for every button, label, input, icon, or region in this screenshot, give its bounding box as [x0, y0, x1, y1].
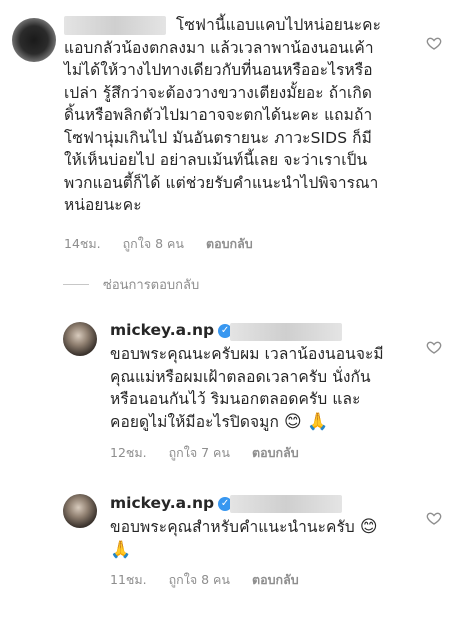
- comment-meta: 14ชม. ถูกใจ 8 คน ตอบกลับ: [64, 234, 271, 254]
- reply-text-content: ขอบพระคุณนะครับผม เวลาน้องนอนจะมี คุณแม่…: [110, 345, 384, 431]
- commenter-avatar[interactable]: [12, 18, 56, 62]
- reply-emoji: 😊: [359, 517, 378, 537]
- comment-text: โซฟานี้แอบแคบไปหน่อยนะคะ แอบกลัวน้องตกลง…: [64, 16, 382, 214]
- reply-likes[interactable]: ถูกใจ 8 คน: [169, 572, 230, 587]
- reply-avatar[interactable]: [63, 322, 97, 356]
- comment-time: 14ชม.: [64, 236, 101, 251]
- reply-text-content: ขอบพระคุณสำหรับคำแนะนำนะครับ: [110, 518, 355, 536]
- reply-text: ขอบพระคุณนะครับผม เวลาน้องนอนจะมี คุณแม่…: [110, 343, 420, 433]
- reply-username[interactable]: mickey.a.np: [110, 494, 214, 512]
- reply-button[interactable]: ตอบกลับ: [252, 445, 299, 460]
- divider: [63, 284, 89, 285]
- reply-time: 12ชม.: [110, 445, 147, 460]
- blurred-mention: [230, 495, 342, 513]
- reply-meta: 12ชม. ถูกใจ 7 คน ตอบกลับ: [110, 443, 317, 463]
- comment-likes[interactable]: ถูกใจ 8 คน: [123, 236, 184, 251]
- reply-username[interactable]: mickey.a.np: [110, 321, 214, 339]
- hide-replies-label: ซ่อนการตอบกลับ: [103, 278, 200, 293]
- heart-icon[interactable]: [426, 510, 442, 526]
- reply-likes[interactable]: ถูกใจ 7 คน: [169, 445, 230, 460]
- reply-emoji-next: 🙏: [110, 539, 132, 560]
- reply-button[interactable]: ตอบกลับ: [252, 572, 299, 587]
- reply-header: mickey.a.np ✓: [110, 494, 233, 512]
- reply-button[interactable]: ตอบกลับ: [206, 236, 253, 251]
- blurred-mention: [230, 323, 342, 341]
- hide-replies-toggle[interactable]: ซ่อนการตอบกลับ: [63, 274, 199, 295]
- heart-icon[interactable]: [426, 339, 442, 355]
- reply-header: mickey.a.np ✓: [110, 321, 233, 339]
- reply-meta: 11ชม. ถูกใจ 8 คน ตอบกลับ: [110, 570, 317, 590]
- reply-time: 11ชม.: [110, 572, 147, 587]
- heart-icon[interactable]: [426, 35, 442, 51]
- reply-text: ขอบพระคุณสำหรับคำแนะนำนะครับ 😊 🙏: [110, 516, 420, 561]
- reply-emoji: 😊 🙏: [284, 411, 329, 432]
- reply-avatar[interactable]: [63, 494, 97, 528]
